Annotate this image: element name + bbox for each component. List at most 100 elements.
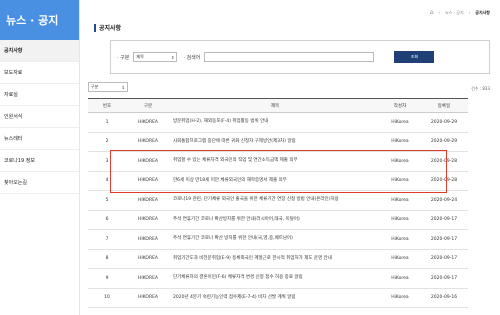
row-date: 2020-09-24 <box>420 190 468 211</box>
table-row[interactable]: 4 HIKOREA 만6세 이상 만18세 미만 체류외국인의 재학증명서 제출… <box>88 171 468 191</box>
row-date: 2020-09-28 <box>420 151 468 172</box>
table-row[interactable]: 7 HIKOREA 추석 연휴기간 코로나 확산 방지를 위한 안내(국,영,중… <box>88 229 468 250</box>
sidebar-item-press[interactable]: 보도자료 <box>0 62 79 84</box>
row-date: 2020-09-17 <box>420 210 468 230</box>
search-panel: · 구분 제목 ⇕ · 검색어 조회 <box>110 40 490 74</box>
row-date: 2020-09-29 <box>420 132 468 152</box>
search-button[interactable]: 조회 <box>394 51 435 63</box>
table-row[interactable]: 8 HIKOREA 취업기간도과 비전문취업(E-9) 등록외국인 계절근로 한… <box>88 249 468 269</box>
row-title-link[interactable]: 취업기간도과 비전문취업(E-9) 등록외국인 계절근로 한시적 취업허가 제도… <box>170 249 380 269</box>
row-date: 2020-09-29 <box>420 112 468 133</box>
chevron-down-icon: ⇕ <box>171 54 175 60</box>
row-type: HIKOREA <box>126 288 170 308</box>
row-type: HIKOREA <box>126 112 170 133</box>
row-date: 2020-09-28 <box>420 171 468 191</box>
row-type: HIKOREA <box>126 190 170 211</box>
col-header-type: 구분 <box>126 98 170 113</box>
notice-table: 번호 구분 제목 작성자 등록일 1 HIKOREA 방문취업(H-2), 재외… <box>88 98 468 308</box>
row-author: HiKorea <box>380 132 420 152</box>
sidebar-item-resources[interactable]: 자료실 <box>0 84 79 106</box>
category-label: · 구분 <box>117 54 130 61</box>
row-no: 1 <box>88 112 126 133</box>
category-select-value: 제목 <box>136 54 144 59</box>
row-title-link[interactable]: 사회통합프로그램 중단에 따른 귀화 신청자 구제방안(제3차) 알림 <box>170 132 380 152</box>
sidebar-item-covid[interactable]: 코로나19 정보 <box>0 150 79 172</box>
breadcrumb-current: 공지사항 <box>475 9 490 15</box>
breadcrumb-item[interactable]: 뉴스 · 공지 <box>445 10 464 16</box>
table-row[interactable]: 10 HIKOREA 2020년 4분기 숙련기능인력 점수제(E-7-4) 비… <box>88 288 468 308</box>
result-count: 건수 : 833 <box>471 86 490 91</box>
sidebar-item-label: 뉴스레터 <box>4 136 23 142</box>
row-author: HiKorea <box>380 249 420 269</box>
row-author: HiKorea <box>380 210 420 230</box>
table-row[interactable]: 2 HIKOREA 사회통합프로그램 중단에 따른 귀화 신청자 구제방안(제3… <box>88 132 468 152</box>
keyword-label: · 검색어 <box>183 54 201 61</box>
row-type: HIKOREA <box>126 151 170 172</box>
row-author: HiKorea <box>380 151 420 172</box>
row-no: 2 <box>88 132 126 152</box>
category-select[interactable]: 제목 ⇕ <box>133 52 178 62</box>
row-no: 4 <box>88 171 126 191</box>
sidebar-item-directions[interactable]: 찾아오는길 <box>0 172 79 194</box>
col-header-date: 등록일 <box>420 98 468 113</box>
sidebar-item-newsletter[interactable]: 뉴스레터 <box>0 128 79 150</box>
col-header-author: 작성자 <box>380 98 420 113</box>
filter-select-value: 구분 <box>91 84 99 89</box>
chevron-down-icon: ⇕ <box>121 84 125 90</box>
row-type: HIKOREA <box>126 171 170 191</box>
chevron-right-icon: › <box>468 10 471 15</box>
row-type: HIKOREA <box>126 268 170 289</box>
row-date: 2020-09-17 <box>420 229 468 250</box>
row-title-link[interactable]: 추석 연휴기간 코로나 확산방지를 위한 안내(러시아어,태국, 이탈어) <box>170 210 380 230</box>
sidebar-item-label: 공지사항 <box>4 48 23 54</box>
sidebar-item-notice[interactable]: 공지사항 <box>0 40 79 62</box>
table-row[interactable]: 3 HIKOREA 취업할 수 있는 체류자격 외국인의 직업 및 연간소득금액… <box>88 151 468 172</box>
table-row[interactable]: 9 HIKOREA 단기체류자의 결혼이민(F-6) 체류자격 변경 신청 접수… <box>88 268 468 289</box>
main-content: ⌂ › 뉴스 · 공지 › 공지사항 공지사항 · 구분 제목 ⇕ · 검색어 … <box>88 0 494 315</box>
sidebar-item-label: 찾아오는길 <box>4 180 28 186</box>
sidebar-item-label: 인원서식 <box>4 114 23 120</box>
row-author: HiKorea <box>380 288 420 308</box>
sidebar-item-label: 자료실 <box>4 92 18 98</box>
filter-select[interactable]: 구분 ⇕ <box>88 82 128 92</box>
row-date: 2020-09-17 <box>420 249 468 269</box>
sidebar-title: 뉴스 · 공지 <box>0 0 79 40</box>
sidebar-item-label: 코로나19 정보 <box>4 158 35 164</box>
row-title-link[interactable]: 방문취업(H-2), 재외동포(F-4) 취업활동 범위 안내 <box>170 112 380 133</box>
row-author: HiKorea <box>380 190 420 211</box>
row-type: HIKOREA <box>126 210 170 230</box>
row-title-link[interactable]: 추석 연휴기간 코로나 확산 방지를 위한 안내(국,영,중,베트남어) <box>170 229 380 250</box>
row-author: HiKorea <box>380 229 420 250</box>
row-no: 7 <box>88 229 126 250</box>
col-header-title: 제목 <box>170 98 380 113</box>
breadcrumb: ⌂ › 뉴스 · 공지 › 공지사항 <box>430 9 490 16</box>
page-title-text: 공지사항 <box>99 25 122 32</box>
row-type: HIKOREA <box>126 249 170 269</box>
page-title: 공지사항 <box>94 23 121 32</box>
row-title-link[interactable]: 코로나19 관련, 단기체류 외국인 출국을 위한 체류기간 연장 신청 방법 … <box>170 190 380 211</box>
row-title-link[interactable]: 2020년 4분기 숙련기능인력 점수제(E-7-4) 비자 선발 계획 알림 <box>170 288 380 308</box>
row-date: 2020-09-17 <box>420 268 468 289</box>
search-input[interactable] <box>204 52 375 62</box>
table-row[interactable]: 1 HIKOREA 방문취업(H-2), 재외동포(F-4) 취업활동 범위 안… <box>88 112 468 133</box>
row-author: HiKorea <box>380 268 420 289</box>
sidebar-item-forms[interactable]: 인원서식 <box>0 106 79 128</box>
sidebar: 뉴스 · 공지 공지사항 보도자료 자료실 인원서식 뉴스레터 코로나19 정보… <box>0 0 80 315</box>
row-date: 2020-09-16 <box>420 288 468 308</box>
col-header-no: 번호 <box>88 98 126 113</box>
row-title-link[interactable]: 만6세 이상 만18세 미만 체류외국인의 재학증명서 제출 의무 <box>170 171 380 191</box>
chevron-right-icon: › <box>438 10 441 15</box>
row-no: 5 <box>88 190 126 211</box>
sidebar-item-label: 보도자료 <box>4 70 23 76</box>
row-title-link[interactable]: 취업할 수 있는 체류자격 외국인의 직업 및 연간소득금액 제출 의무 <box>170 151 380 172</box>
table-row[interactable]: 5 HIKOREA 코로나19 관련, 단기체류 외국인 출국을 위한 체류기간… <box>88 190 468 211</box>
row-type: HIKOREA <box>126 132 170 152</box>
home-icon[interactable]: ⌂ <box>430 9 434 16</box>
row-title-link[interactable]: 단기체류자의 결혼이민(F-6) 체류자격 변경 신청 접수 허용 종료 알림 <box>170 268 380 289</box>
row-no: 8 <box>88 249 126 269</box>
table-header-row: 번호 구분 제목 작성자 등록일 <box>88 98 468 113</box>
table-row[interactable]: 6 HIKOREA 추석 연휴기간 코로나 확산방지를 위한 안내(러시아어,태… <box>88 210 468 230</box>
row-no: 10 <box>88 288 126 308</box>
title-marker-icon <box>94 23 96 32</box>
row-type: HIKOREA <box>126 229 170 250</box>
